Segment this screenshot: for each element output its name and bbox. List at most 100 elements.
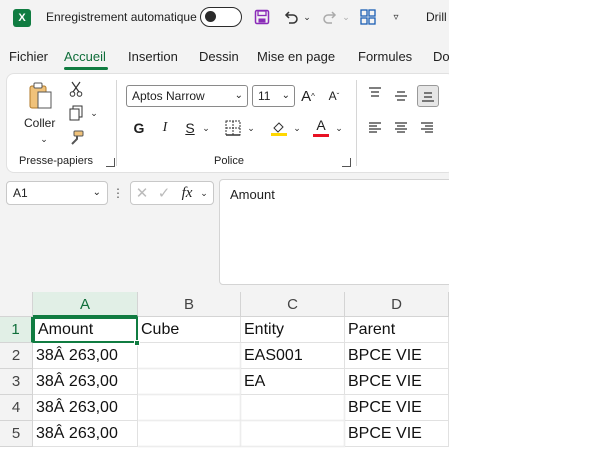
formula-input[interactable]: Amount xyxy=(219,179,449,285)
fill-color-dropdown-icon[interactable]: ⌄ xyxy=(292,123,302,133)
fx-dropdown-icon[interactable]: ⌄ xyxy=(199,187,209,199)
cell-a3[interactable]: 38Â 263,00 xyxy=(33,369,138,395)
tab-accueil[interactable]: Accueil xyxy=(64,49,106,64)
cell-d3[interactable]: BPCE VIE xyxy=(345,369,449,395)
copy-dropdown-icon[interactable]: ⌄ xyxy=(89,108,99,118)
cell-b3[interactable] xyxy=(138,369,241,395)
cell-a1[interactable]: Amount xyxy=(33,317,138,343)
paste-icon[interactable] xyxy=(27,80,55,112)
formula-controls: ✕ ✓ fx ⌄ xyxy=(130,181,214,205)
font-color-button[interactable]: A xyxy=(311,116,331,138)
apps-grid-icon[interactable] xyxy=(358,7,378,27)
cell-c2[interactable]: EAS001 xyxy=(241,343,345,369)
bold-button[interactable]: G xyxy=(131,117,147,139)
grow-font-icon: A xyxy=(301,87,312,105)
tab-dessin[interactable]: Dessin xyxy=(199,49,239,64)
cell-c4[interactable] xyxy=(241,395,345,421)
separator xyxy=(116,80,117,166)
chevron-down-icon: ⌄ xyxy=(92,187,101,198)
name-box[interactable]: A1 ⌄ xyxy=(6,181,108,205)
font-color-dropdown-icon[interactable]: ⌄ xyxy=(334,123,344,133)
underline-button[interactable]: S xyxy=(182,117,198,139)
align-left-icon[interactable] xyxy=(366,119,384,137)
font-launcher-icon[interactable] xyxy=(342,158,351,167)
name-box-value: A1 xyxy=(13,186,28,200)
tab-formules[interactable]: Formules xyxy=(358,49,412,64)
row-header-4[interactable]: 4 xyxy=(0,395,33,421)
grow-arrow-icon: ^ xyxy=(311,91,315,101)
cell-b4[interactable] xyxy=(138,395,241,421)
fill-color-icon[interactable] xyxy=(269,118,289,138)
fill-handle[interactable] xyxy=(134,340,140,346)
copy-icon[interactable] xyxy=(67,104,85,122)
grow-font-button[interactable]: A ^ xyxy=(299,85,317,107)
cell-d2[interactable]: BPCE VIE xyxy=(345,343,449,369)
paste-button-label[interactable]: Coller xyxy=(24,116,55,130)
cell-a5[interactable]: 38Â 263,00 xyxy=(33,421,138,447)
clipboard-group-label: Presse-papiers xyxy=(19,155,93,167)
ribbon: Coller ⌄ ⌄ Presse-papiers Aptos Narrow ⌄… xyxy=(6,73,449,173)
chevron-down-icon: ⌄ xyxy=(281,90,290,101)
row-header-2[interactable]: 2 xyxy=(0,343,33,369)
tab-insertion[interactable]: Insertion xyxy=(128,49,178,64)
underline-dropdown-icon[interactable]: ⌄ xyxy=(201,123,211,133)
row-header-3[interactable]: 3 xyxy=(0,369,33,395)
column-header-d[interactable]: D xyxy=(345,292,449,317)
insert-function-icon[interactable]: fx xyxy=(177,183,197,203)
shrink-font-button[interactable]: Aˇ xyxy=(325,85,343,107)
italic-button[interactable]: I xyxy=(157,117,173,139)
column-header-c[interactable]: C xyxy=(241,292,345,317)
document-title: Drill xyxy=(426,10,447,24)
font-name-dropdown[interactable]: Aptos Narrow ⌄ xyxy=(126,85,248,107)
cell-c1[interactable]: Entity xyxy=(241,317,345,343)
undo-dropdown-icon[interactable]: ⌄ xyxy=(302,7,312,27)
save-icon[interactable] xyxy=(252,7,272,27)
align-center-icon[interactable] xyxy=(392,119,410,137)
borders-icon[interactable] xyxy=(223,118,243,138)
row-header-5[interactable]: 5 xyxy=(0,421,33,447)
cell-d4[interactable]: BPCE VIE xyxy=(345,395,449,421)
cell-a2[interactable]: 38Â 263,00 xyxy=(33,343,138,369)
tab-donnees[interactable]: Do xyxy=(433,49,449,64)
cell-b2[interactable] xyxy=(138,343,241,369)
active-tab-indicator xyxy=(64,67,108,70)
clipboard-launcher-icon[interactable] xyxy=(106,158,115,167)
column-header-a[interactable]: A xyxy=(33,292,138,317)
tab-fichier[interactable]: Fichier xyxy=(9,49,48,64)
excel-logo-icon: X xyxy=(13,9,31,27)
more-options-icon[interactable]: ⋮ xyxy=(112,186,124,200)
cell-d5[interactable]: BPCE VIE xyxy=(345,421,449,447)
row-header-1[interactable]: 1 xyxy=(0,317,33,343)
align-right-icon[interactable] xyxy=(418,119,436,137)
cell-b1[interactable]: Cube xyxy=(138,317,241,343)
redo-dropdown-icon[interactable]: ⌄ xyxy=(341,7,351,27)
autosave-toggle[interactable] xyxy=(200,7,242,27)
paste-dropdown-icon[interactable]: ⌄ xyxy=(39,134,49,144)
toggle-knob xyxy=(205,11,216,22)
select-all-corner[interactable] xyxy=(0,292,33,317)
undo-icon[interactable] xyxy=(281,7,301,27)
align-bottom-icon[interactable] xyxy=(417,85,439,107)
cell-b5[interactable] xyxy=(138,421,241,447)
cell-d1[interactable]: Parent xyxy=(345,317,449,343)
redo-icon[interactable] xyxy=(320,7,340,27)
font-size-dropdown[interactable]: 11 ⌄ xyxy=(252,85,295,107)
borders-dropdown-icon[interactable]: ⌄ xyxy=(246,123,256,133)
align-top-icon[interactable] xyxy=(366,84,384,102)
cut-icon[interactable] xyxy=(67,80,85,98)
tab-mise-en-page[interactable]: Mise en page xyxy=(257,49,335,64)
cell-c3[interactable]: EA xyxy=(241,369,345,395)
enter-icon[interactable]: ✓ xyxy=(155,183,173,203)
format-painter-icon[interactable] xyxy=(67,129,85,147)
align-middle-icon[interactable] xyxy=(392,87,410,105)
font-group-label: Police xyxy=(214,155,244,167)
ribbon-tabs: Fichier Accueil Insertion Dessin Mise en… xyxy=(0,42,449,70)
cell-c5[interactable] xyxy=(241,421,345,447)
cell-a4[interactable]: 38Â 263,00 xyxy=(33,395,138,421)
cancel-icon[interactable]: ✕ xyxy=(133,183,151,203)
font-color-icon: A xyxy=(316,116,326,133)
column-header-b[interactable]: B xyxy=(138,292,241,317)
worksheet-grid: A B C D 1 2 3 4 5 Amount Cube Entity Par… xyxy=(0,292,449,453)
customize-toolbar-icon[interactable]: ▿ xyxy=(389,7,403,27)
empty-background xyxy=(449,0,600,453)
